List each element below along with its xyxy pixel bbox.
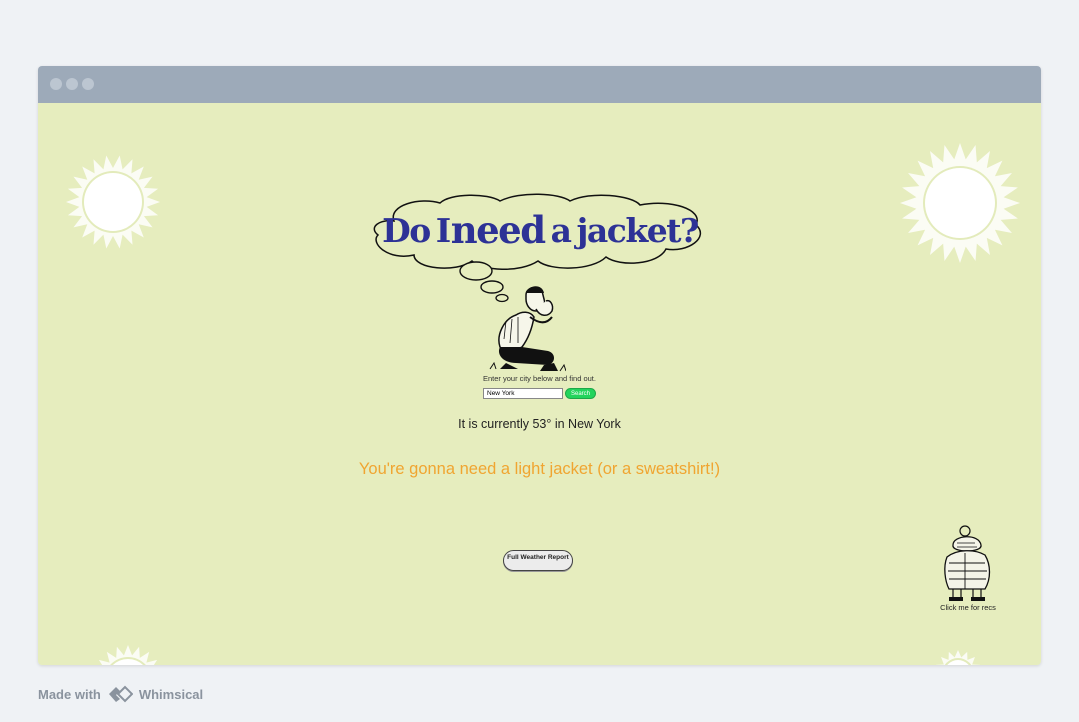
made-with-footer[interactable]: Made with Whimsical xyxy=(38,685,203,703)
made-with-text: Made with xyxy=(38,686,101,702)
bundled-person-icon[interactable] xyxy=(939,523,997,603)
sun-icon xyxy=(90,643,166,665)
title-word: a xyxy=(550,210,572,250)
search-button[interactable]: Search xyxy=(565,388,596,399)
current-temperature-text: It is currently 53° in New York xyxy=(458,417,621,431)
sun-icon xyxy=(933,649,983,665)
whimsical-logo-icon xyxy=(108,685,133,703)
recs-widget[interactable]: Click me for recs xyxy=(935,523,1001,612)
search-prompt: Enter your city below and find out. xyxy=(483,374,596,383)
browser-titlebar xyxy=(38,66,1041,103)
recs-label: Click me for recs xyxy=(940,603,996,612)
thinking-man-icon xyxy=(456,259,567,374)
full-weather-report-label: Full Weather Report xyxy=(507,553,569,561)
title-word: need xyxy=(450,208,546,252)
window-minimize-dot[interactable] xyxy=(66,78,78,90)
window-maximize-dot[interactable] xyxy=(82,78,94,90)
page-content: Do Ineed a jacket? Enter your city below… xyxy=(38,103,1041,665)
browser-window: Do Ineed a jacket? Enter your city below… xyxy=(38,66,1041,665)
title-word: Do xyxy=(382,210,431,250)
city-search-form: Search xyxy=(483,388,596,399)
page-title: Do Ineed a jacket? xyxy=(370,191,710,269)
whimsical-brand-text: Whimsical xyxy=(138,686,204,702)
title-word: I xyxy=(435,210,451,250)
window-close-dot[interactable] xyxy=(50,78,62,90)
city-input[interactable] xyxy=(483,388,563,399)
title-word: jacket? xyxy=(576,210,699,250)
sun-icon xyxy=(898,143,1022,263)
full-weather-report-button[interactable]: Full Weather Report xyxy=(503,550,573,571)
jacket-recommendation: You're gonna need a light jacket (or a s… xyxy=(358,460,721,478)
sun-icon xyxy=(64,155,162,249)
